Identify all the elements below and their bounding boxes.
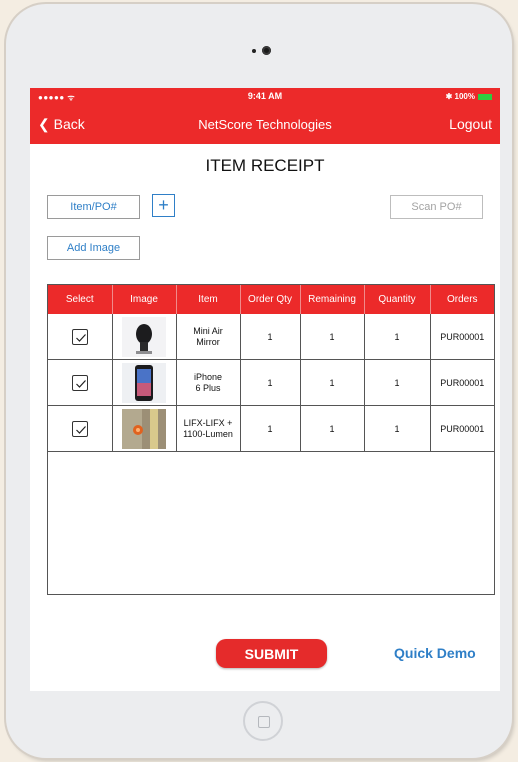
item-name-line1: LIFX-LIFX + xyxy=(183,417,233,428)
app-title: NetScore Technologies xyxy=(198,117,332,132)
select-cell xyxy=(48,314,113,360)
header-item: Item xyxy=(176,285,241,314)
image-cell xyxy=(112,314,177,360)
order-qty-cell: 1 xyxy=(240,359,301,406)
table-row[interactable]: LIFX-LIFX + 1100-Lumen 1 1 1 PUR00001 xyxy=(48,405,494,452)
row-checkbox[interactable] xyxy=(71,374,88,391)
items-table: Select Image Item Order Qty Remaining Qu… xyxy=(47,284,495,595)
scan-po-button[interactable]: Scan PO# xyxy=(390,195,483,219)
item-name-line2: 6 Plus xyxy=(195,382,221,393)
battery-icon xyxy=(478,93,492,100)
status-bar: ●●●●● ᯤ 9:41 AM ✱ 100% xyxy=(30,88,500,104)
remaining-cell: 1 xyxy=(300,314,365,360)
remaining-cell: 1 xyxy=(300,359,365,406)
header-quantity: Quantity xyxy=(364,285,431,314)
quantity-cell[interactable]: 1 xyxy=(364,405,431,452)
select-cell xyxy=(48,359,113,406)
header-order-qty: Order Qty xyxy=(240,285,301,314)
checkmark-icon xyxy=(75,379,86,388)
item-name-line1: Mini Air xyxy=(193,325,223,336)
checkmark-icon xyxy=(75,425,86,434)
item-cell: Mini Air Mirror xyxy=(176,314,241,360)
order-qty-cell: 1 xyxy=(240,405,301,452)
home-button[interactable] xyxy=(243,701,283,741)
item-name-line2: Mirror xyxy=(196,336,220,347)
tablet-frame: ●●●●● ᯤ 9:41 AM ✱ 100% ❮ Back NetScore T… xyxy=(6,4,512,758)
add-image-button[interactable]: Add Image xyxy=(47,236,140,260)
iphone-thumbnail xyxy=(122,362,166,403)
image-cell xyxy=(112,359,177,406)
plus-icon: + xyxy=(158,195,169,215)
app-screen: ●●●●● ᯤ 9:41 AM ✱ 100% ❮ Back NetScore T… xyxy=(30,88,500,691)
header-remaining: Remaining xyxy=(300,285,365,314)
table-row[interactable]: Mini Air Mirror 1 1 1 PUR00001 xyxy=(48,314,494,360)
table-header-row: Select Image Item Order Qty Remaining Qu… xyxy=(48,285,494,314)
row-checkbox[interactable] xyxy=(71,420,88,437)
order-cell: PUR00001 xyxy=(430,405,494,452)
header-select: Select xyxy=(48,285,113,314)
battery-text: ✱ 100% xyxy=(445,92,475,101)
item-name-line2: 1100-Lumen xyxy=(183,428,233,439)
item-name-line1: iPhone xyxy=(193,371,223,382)
page-title: ITEM RECEIPT xyxy=(205,156,325,175)
header-image: Image xyxy=(112,285,177,314)
checkmark-icon xyxy=(75,333,86,342)
item-cell: iPhone 6 Plus xyxy=(176,359,241,406)
nav-bar: ❮ Back NetScore Technologies Logout xyxy=(30,104,500,144)
item-po-button[interactable]: Item/PO# xyxy=(47,195,140,219)
add-item-button[interactable]: + xyxy=(152,194,175,217)
home-square-icon xyxy=(258,716,270,728)
battery-status: ✱ 100% xyxy=(446,92,492,101)
table-row[interactable]: iPhone 6 Plus 1 1 1 PUR00001 xyxy=(48,359,494,406)
row-checkbox[interactable] xyxy=(71,328,88,345)
submit-button[interactable]: SUBMIT xyxy=(216,639,327,668)
speaker-dot xyxy=(252,49,256,53)
logout-button[interactable]: Logout xyxy=(449,116,492,132)
camera-icon xyxy=(262,46,271,55)
remaining-cell: 1 xyxy=(300,405,365,452)
quantity-cell[interactable]: 1 xyxy=(364,359,431,406)
order-cell: PUR00001 xyxy=(430,314,494,360)
lifx-bulb-thumbnail xyxy=(122,408,166,449)
header-orders: Orders xyxy=(430,285,494,314)
select-cell xyxy=(48,405,113,452)
item-cell: LIFX-LIFX + 1100-Lumen xyxy=(176,405,241,452)
quick-demo-link[interactable]: Quick Demo xyxy=(394,645,476,661)
quantity-cell[interactable]: 1 xyxy=(364,314,431,360)
mini-air-mirror-thumbnail xyxy=(122,316,166,357)
order-qty-cell: 1 xyxy=(240,314,301,360)
image-cell xyxy=(112,405,177,452)
order-cell: PUR00001 xyxy=(430,359,494,406)
status-time: 9:41 AM xyxy=(247,91,283,101)
